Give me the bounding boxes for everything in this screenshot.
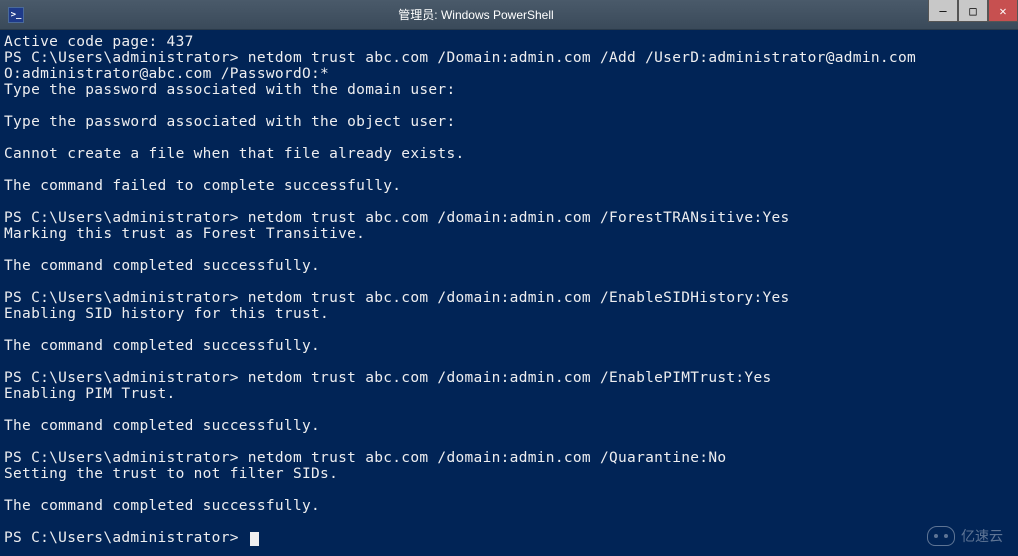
maximize-button[interactable]: □ <box>958 0 988 22</box>
terminal-line: PS C:\Users\administrator> netdom trust … <box>4 290 790 306</box>
window-titlebar[interactable]: >_ 管理员: Windows PowerShell — □ ✕ <box>0 0 1018 30</box>
terminal-line: The command failed to complete successfu… <box>4 178 401 194</box>
cursor <box>250 532 259 546</box>
terminal-line: O:administrator@abc.com /PasswordO:* <box>4 66 329 82</box>
terminal-line: Cannot create a file when that file alre… <box>4 146 465 162</box>
terminal-line: The command completed successfully. <box>4 258 320 274</box>
cloud-icon <box>927 526 955 546</box>
terminal-line: PS C:\Users\administrator> netdom trust … <box>4 210 790 226</box>
terminal-line: The command completed successfully. <box>4 498 320 514</box>
terminal-line: Type the password associated with the do… <box>4 82 456 98</box>
powershell-icon: >_ <box>8 7 24 23</box>
terminal-line: PS C:\Users\administrator> netdom trust … <box>4 370 772 386</box>
window-title: 管理员: Windows PowerShell <box>24 6 928 23</box>
terminal-line: PS C:\Users\administrator> <box>4 530 248 546</box>
terminal-line: Type the password associated with the ob… <box>4 114 456 130</box>
terminal-content[interactable]: Active code page: 437 PS C:\Users\admini… <box>0 30 1018 550</box>
terminal-line: PS C:\Users\administrator> netdom trust … <box>4 450 726 466</box>
terminal-line: PS C:\Users\administrator> netdom trust … <box>4 50 916 66</box>
terminal-line: The command completed successfully. <box>4 338 320 354</box>
terminal-line: Enabling PIM Trust. <box>4 386 176 402</box>
minimize-button[interactable]: — <box>928 0 958 22</box>
terminal-line: Marking this trust as Forest Transitive. <box>4 226 365 242</box>
close-button[interactable]: ✕ <box>988 0 1018 22</box>
terminal-line: Setting the trust to not filter SIDs. <box>4 466 338 482</box>
window-controls: — □ ✕ <box>928 0 1018 29</box>
terminal-line: Active code page: 437 <box>4 34 194 50</box>
terminal-line: Enabling SID history for this trust. <box>4 306 329 322</box>
watermark: 亿速云 <box>927 526 1003 546</box>
watermark-text: 亿速云 <box>961 526 1003 546</box>
terminal-line: The command completed successfully. <box>4 418 320 434</box>
